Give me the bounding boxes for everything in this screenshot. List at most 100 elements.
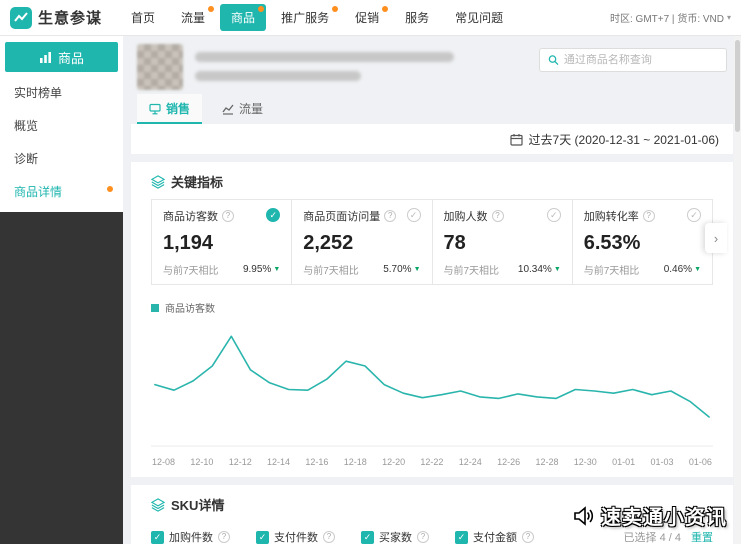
nav-label: 服务: [405, 11, 429, 25]
x-axis-label: 12-10: [190, 457, 213, 467]
metric-card-cart-conversion-rate[interactable]: 加购转化率? ✓ 6.53% 与前7天相比 0.46%▼: [572, 199, 713, 285]
metric-delta: 5.70%: [383, 264, 411, 275]
x-axis-label: 01-06: [689, 457, 712, 467]
tab-traffic[interactable]: 流量: [210, 94, 275, 124]
x-axis-label: 01-01: [612, 457, 635, 467]
calendar-icon: [510, 133, 523, 146]
metric-delta: 9.95%: [243, 264, 271, 275]
sidebar-item-product-details[interactable]: 商品详情: [0, 175, 123, 208]
x-axis-label: 12-28: [535, 457, 558, 467]
help-icon[interactable]: ?: [323, 531, 335, 543]
product-search-box: [539, 48, 727, 72]
metric-title: 商品页面访问量: [303, 208, 380, 224]
chevron-down-icon: ▾: [727, 13, 731, 22]
metric-value: 2,252: [303, 232, 420, 255]
x-axis-label: 12-24: [459, 457, 482, 467]
layers-icon: [151, 175, 165, 189]
notification-dot-icon: [107, 186, 113, 192]
vertical-scrollbar: [734, 36, 741, 544]
filter-add-to-cart-units[interactable]: 加购件数 ?: [151, 529, 230, 544]
tab-sales[interactable]: 销售: [137, 94, 202, 124]
notification-dot-icon: [382, 6, 388, 12]
help-icon[interactable]: ?: [222, 210, 234, 222]
metric-value: 6.53%: [584, 232, 701, 255]
sidebar-item-realtime-rankings[interactable]: 实时榜单: [0, 76, 123, 109]
trend-down-icon: ▼: [694, 266, 701, 273]
scrollbar-thumb[interactable]: [735, 40, 740, 132]
help-icon[interactable]: ?: [384, 210, 396, 222]
sidebar-item-overview[interactable]: 概览: [0, 109, 123, 142]
carousel-next-button[interactable]: ›: [705, 223, 727, 253]
notification-dot-icon: [208, 6, 214, 12]
sidebar-item-label: 商品详情: [14, 185, 62, 199]
trend-chart-icon: [222, 103, 234, 115]
nav-item-home[interactable]: 首页: [120, 4, 166, 31]
metric-card-product-visitors[interactable]: 商品访客数? ✓ 1,194 与前7天相比 9.95%▼: [151, 199, 292, 285]
bar-chart-icon: [39, 51, 52, 64]
compare-label: 与前7天相比: [584, 262, 640, 277]
sidebar-item-diagnosis[interactable]: 诊断: [0, 142, 123, 175]
timezone-currency-selector[interactable]: 时区: GMT+7 | 货币: VND ▾: [610, 10, 731, 25]
visitors-line-chart: 12-0812-1012-1212-1412-1612-1812-2012-22…: [151, 319, 713, 467]
filter-paid-units[interactable]: 支付件数 ?: [256, 529, 335, 544]
help-icon[interactable]: ?: [522, 531, 534, 543]
help-icon[interactable]: ?: [218, 531, 230, 543]
sidebar-item-label: 实时榜单: [14, 86, 62, 100]
checkbox-checked-icon[interactable]: [256, 531, 269, 544]
nav-label: 推广服务: [281, 11, 329, 25]
nav-item-products[interactable]: 商品: [220, 4, 266, 31]
checkbox-checked-icon[interactable]: [361, 531, 374, 544]
sidebar-menu: 商品 实时榜单 概览 诊断 商品详情: [0, 36, 123, 212]
sku-filters-row: 加购件数 ? 支付件数 ? 买家数 ? 支付金额 ?: [151, 529, 713, 544]
blurred-text-bar: [195, 71, 361, 81]
x-axis-label: 12-14: [267, 457, 290, 467]
nav-label: 首页: [131, 11, 155, 25]
nav-item-faq[interactable]: 常见问题: [444, 4, 514, 31]
nav-item-traffic[interactable]: 流量: [170, 4, 216, 31]
help-icon[interactable]: ?: [643, 210, 655, 222]
metric-card-page-views[interactable]: 商品页面访问量? ✓ 2,252 与前7天相比 5.70%▼: [291, 199, 432, 285]
notification-dot-icon: [258, 6, 264, 12]
metric-card-add-to-cart-users[interactable]: 加购人数? ✓ 78 与前7天相比 10.34%▼: [432, 199, 573, 285]
check-circle-icon[interactable]: ✓: [547, 208, 561, 222]
filter-buyers[interactable]: 买家数 ?: [361, 529, 429, 544]
help-icon[interactable]: ?: [492, 210, 504, 222]
checkbox-checked-icon[interactable]: [151, 531, 164, 544]
app-logo[interactable]: 生意参谋: [10, 7, 102, 29]
legend-swatch-icon: [151, 304, 159, 312]
filter-payment-amount[interactable]: 支付金额 ?: [455, 529, 534, 544]
search-input[interactable]: [564, 54, 718, 66]
main-nav: 首页 流量 商品 推广服务 促销 服务 常见问题: [120, 4, 514, 31]
selected-count: 已选择 4 / 4: [624, 529, 681, 544]
monitor-icon: [149, 103, 161, 115]
nav-item-services[interactable]: 服务: [394, 4, 440, 31]
check-circle-icon[interactable]: ✓: [266, 208, 280, 222]
blurred-text-bar: [195, 52, 454, 62]
metric-cards-row: 商品访客数? ✓ 1,194 与前7天相比 9.95%▼ 商品页面访问量? ✓ …: [151, 199, 713, 285]
logo-icon: [10, 7, 32, 29]
metric-delta: 0.46%: [664, 264, 692, 275]
nav-label: 商品: [231, 11, 255, 25]
compare-label: 与前7天相比: [444, 262, 500, 277]
search-icon: [548, 54, 559, 66]
compare-label: 与前7天相比: [303, 262, 359, 277]
metric-value: 78: [444, 232, 561, 255]
sidebar-header-products[interactable]: 商品: [5, 42, 118, 72]
top-navbar: 生意参谋 首页 流量 商品 推广服务 促销 服务 常见问题 时区: GMT+7 …: [0, 0, 741, 36]
nav-item-promotion-services[interactable]: 推广服务: [270, 4, 340, 31]
check-circle-icon[interactable]: ✓: [687, 208, 701, 222]
legend-label: 商品访客数: [165, 300, 215, 315]
nav-item-promotions[interactable]: 促销: [344, 4, 390, 31]
product-title-blurred: [183, 44, 539, 90]
check-circle-icon[interactable]: ✓: [407, 208, 421, 222]
metric-title: 加购人数: [444, 208, 488, 224]
tab-label: 销售: [166, 100, 190, 117]
sidebar-header-label: 商品: [58, 48, 84, 67]
chevron-right-icon: ›: [714, 231, 718, 246]
date-range-selector[interactable]: 过去7天 (2020-12-31 ~ 2021-01-06): [529, 131, 719, 148]
checkbox-checked-icon[interactable]: [455, 531, 468, 544]
nav-label: 常见问题: [455, 11, 503, 25]
chart-legend: 商品访客数: [151, 300, 713, 315]
help-icon[interactable]: ?: [417, 531, 429, 543]
reset-button[interactable]: 重置: [691, 529, 713, 544]
